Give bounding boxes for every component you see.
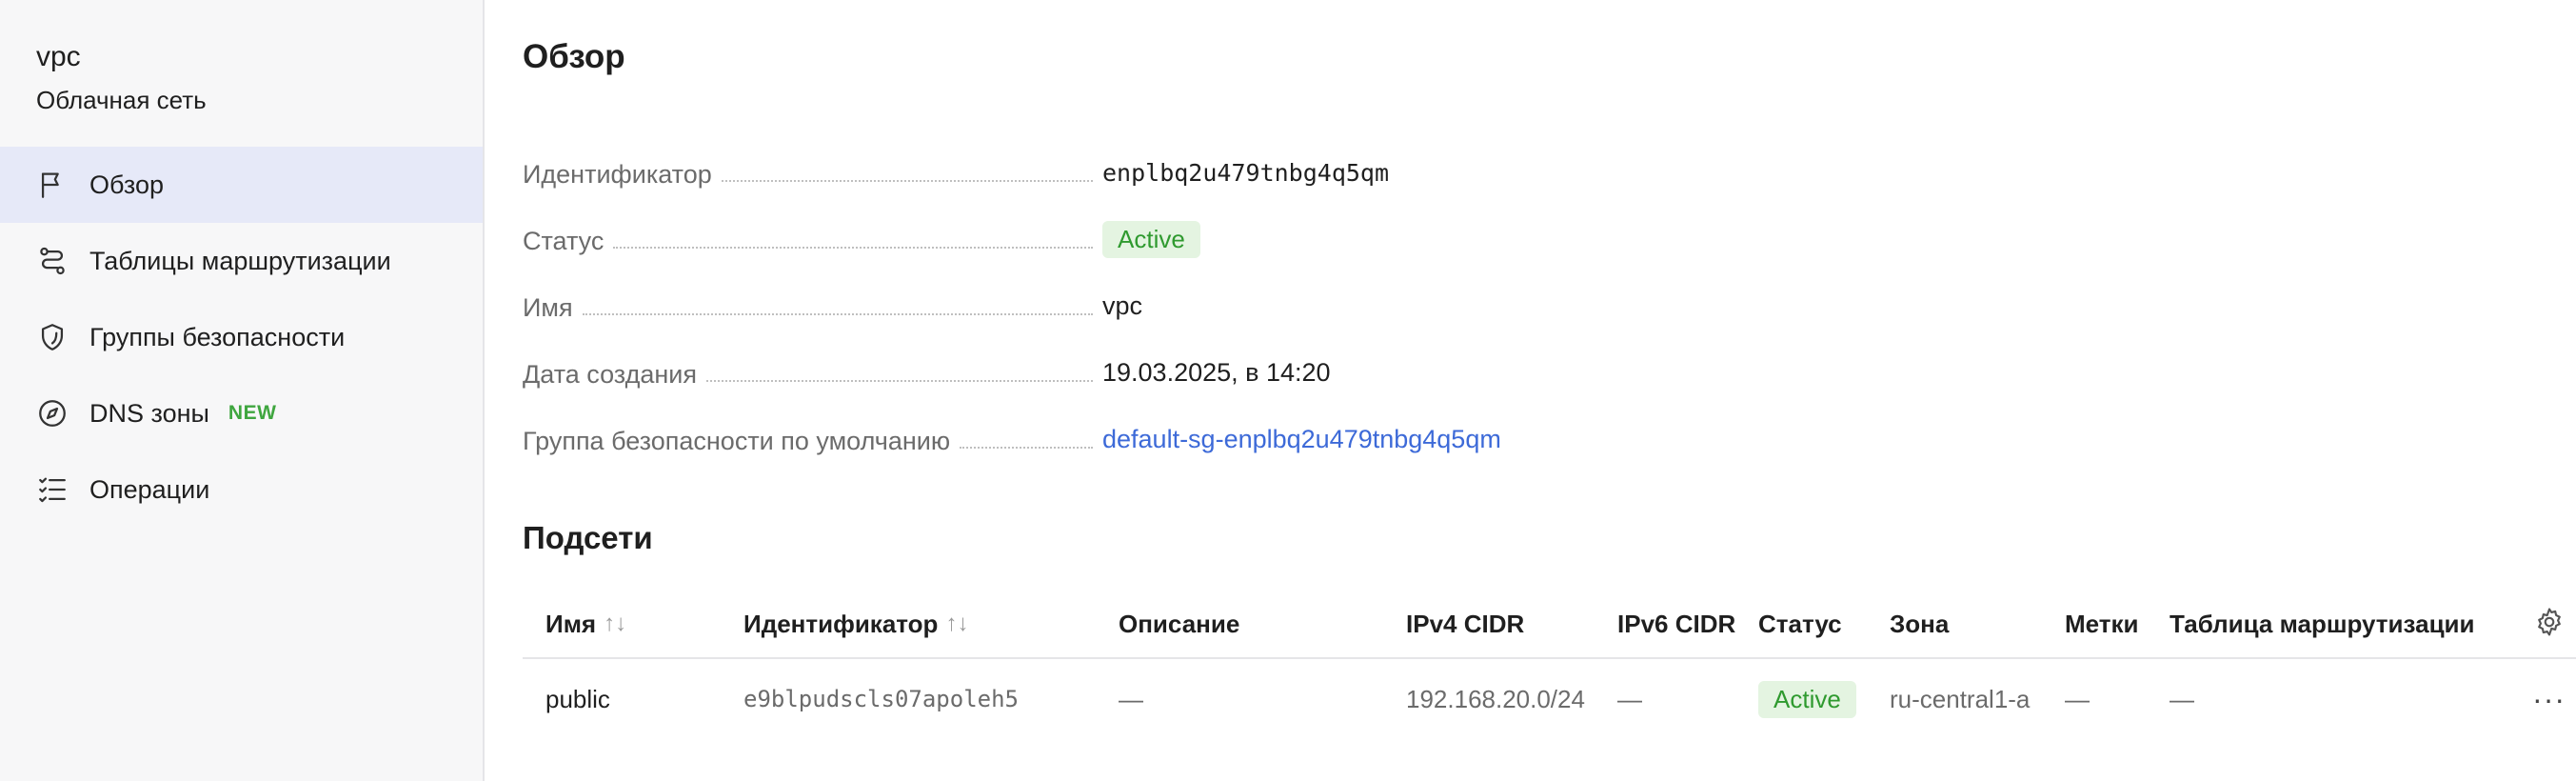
sidebar-item-operations[interactable]: Операции xyxy=(0,451,483,528)
property-label: Группа безопасности по умолчанию xyxy=(523,427,951,455)
column-header-description: Описание xyxy=(1119,609,1240,638)
status-badge: Active xyxy=(1102,220,1200,258)
property-label: Имя xyxy=(523,293,573,322)
table-row[interactable]: public e9blpudscls07apoleh5 — 192.168.20… xyxy=(523,659,2576,739)
column-header-route-table: Таблица маршрутизации xyxy=(2170,609,2475,638)
property-label: Идентификатор xyxy=(523,160,712,189)
column-label: Имя xyxy=(545,609,597,638)
row-actions-button[interactable]: ··· xyxy=(2532,684,2566,714)
property-row-created: Дата создания 19.03.2025, в 14:20 xyxy=(523,339,2046,406)
page-title: Обзор xyxy=(523,38,625,75)
dotted-leader xyxy=(960,447,1093,449)
column-header-status: Статус xyxy=(1758,609,1842,638)
sidebar-item-label: Обзор xyxy=(89,170,164,199)
property-row-security-group: Группа безопасности по умолчанию default… xyxy=(523,406,2046,472)
route-icon xyxy=(36,245,69,277)
flag-icon xyxy=(36,169,69,201)
column-header-zone: Зона xyxy=(1890,609,1950,638)
new-badge: NEW xyxy=(228,402,277,424)
network-name-value: vpc xyxy=(1102,290,1143,320)
sidebar-item-label: DNS зоны xyxy=(89,398,209,428)
sidebar-item-security-groups[interactable]: Группы безопасности xyxy=(0,299,483,375)
subnets-table: Имя ↑↓ Идентификатор ↑↓ Описание IPv4 CI… xyxy=(523,591,2576,739)
cell-name[interactable]: public xyxy=(523,685,721,714)
main-content: Обзор Идентификатор enplbq2u479tnbg4q5qm… xyxy=(485,0,2576,781)
cell-ipv4: 192.168.20.0/24 xyxy=(1406,684,1585,713)
sidebar-item-label: Таблицы маршрутизации xyxy=(89,246,391,275)
column-header-labels: Метки xyxy=(2065,609,2139,638)
property-label: Статус xyxy=(523,227,604,255)
subnets-title: Подсети xyxy=(523,520,653,555)
property-row-status: Статус Active xyxy=(523,206,2046,272)
sidebar-nav: Обзор Таблицы маршрутизации Группы безоп… xyxy=(0,147,483,528)
cell-description: — xyxy=(1119,684,1143,713)
dotted-leader xyxy=(705,380,1093,382)
column-label: Идентификатор xyxy=(743,609,939,638)
column-header-ipv6: IPv6 CIDR xyxy=(1617,609,1736,638)
table-header: Имя ↑↓ Идентификатор ↑↓ Описание IPv4 CI… xyxy=(523,591,2576,659)
property-row-name: Имя vpc xyxy=(523,272,2046,339)
sidebar-item-label: Группы безопасности xyxy=(89,322,346,351)
app-root: vpc Облачная сеть Обзор Таблицы маршрути… xyxy=(0,0,2576,781)
sidebar-item-overview[interactable]: Обзор xyxy=(0,147,483,223)
property-row-id: Идентификатор enplbq2u479tnbg4q5qm xyxy=(523,139,2046,206)
cell-route-table: — xyxy=(2170,684,2194,713)
list-check-icon xyxy=(36,473,69,506)
cell-labels: — xyxy=(2065,684,2090,713)
sidebar-item-route-tables[interactable]: Таблицы маршрутизации xyxy=(0,223,483,299)
cell-zone: ru-central1-a xyxy=(1890,684,2031,713)
sidebar-item-label: Операции xyxy=(89,474,210,504)
sidebar-item-dns-zones[interactable]: DNS зоны NEW xyxy=(0,375,483,451)
created-date-value: 19.03.2025, в 14:20 xyxy=(1102,357,1331,387)
column-header-name[interactable]: Имя ↑↓ xyxy=(523,610,721,639)
sort-icon[interactable]: ↑↓ xyxy=(945,611,968,637)
dotted-leader xyxy=(582,313,1093,315)
shield-icon xyxy=(36,321,69,353)
service-subtitle: Облачная сеть xyxy=(36,86,207,114)
properties-list: Идентификатор enplbq2u479tnbg4q5qm Стату… xyxy=(523,139,2046,472)
dotted-leader xyxy=(613,247,1093,249)
property-label: Дата создания xyxy=(523,360,697,389)
status-badge: Active xyxy=(1758,680,1856,718)
service-name: vpc xyxy=(36,41,81,72)
network-id-value[interactable]: enplbq2u479tnbg4q5qm xyxy=(1102,159,1389,187)
column-header-id[interactable]: Идентификатор ↑↓ xyxy=(721,610,1096,639)
dotted-leader xyxy=(721,180,1093,182)
cell-id: e9blpudscls07apoleh5 xyxy=(743,686,1019,712)
sidebar: vpc Облачная сеть Обзор Таблицы маршрути… xyxy=(0,0,485,781)
gear-icon[interactable] xyxy=(2533,606,2566,643)
column-header-ipv4: IPv4 CIDR xyxy=(1406,609,1525,638)
sort-icon[interactable]: ↑↓ xyxy=(604,611,626,637)
compass-icon xyxy=(36,397,69,430)
cell-status: Active xyxy=(1735,680,1867,718)
default-security-group-link[interactable]: default-sg-enplbq2u479tnbg4q5qm xyxy=(1102,425,1501,454)
cell-ipv6: — xyxy=(1617,684,1642,713)
